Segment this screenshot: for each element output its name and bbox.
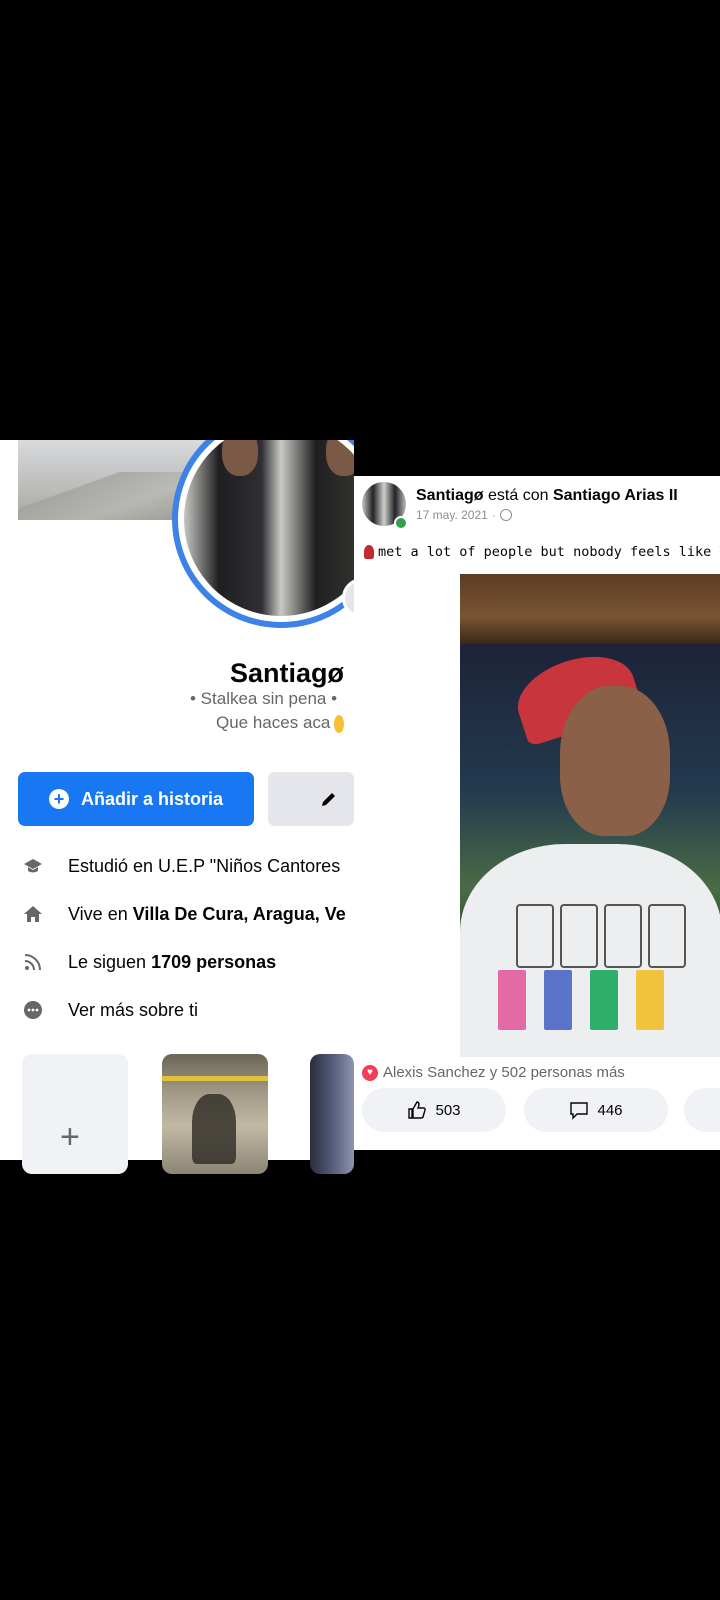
photo-frame	[460, 574, 720, 644]
add-highlight-card[interactable]: +	[22, 1054, 128, 1174]
followers-count: 1709 personas	[151, 951, 277, 972]
bio-line: • Stalkea sin pena •	[190, 689, 338, 708]
shirt-print	[636, 970, 664, 1030]
avatar-face	[326, 440, 354, 476]
rose-icon	[364, 545, 374, 559]
post-tagged[interactable]: Santiago Arias II	[553, 487, 678, 504]
photo-face	[560, 686, 670, 836]
shirt-print	[544, 970, 572, 1030]
bio-line: Que haces aca	[216, 713, 345, 733]
post-header: Santiagø está con Santiago Arias II	[416, 487, 678, 505]
like-button[interactable]: 503	[362, 1088, 506, 1132]
post-caption: met a lot of people but nobody feels lik…	[364, 544, 720, 560]
shirt-print	[648, 904, 686, 968]
profile-avatar[interactable]	[172, 440, 354, 628]
rss-feed-icon	[22, 951, 44, 973]
meta-separator: ·	[491, 508, 496, 522]
speech-bubble-icon	[570, 1102, 589, 1120]
caption-text: met a lot of people but nobody feels lik…	[378, 544, 720, 560]
avatar-face	[222, 440, 258, 476]
info-lives[interactable]: Vive en Villa De Cura, Aragua, Ve	[0, 899, 354, 929]
post-date[interactable]: 17 may. 2021	[416, 508, 488, 522]
info-lives-text: Vive en Villa De Cura, Aragua, Ve	[68, 904, 346, 925]
post-author[interactable]: Santiagø	[416, 487, 484, 504]
thumbs-up-icon	[408, 1101, 427, 1119]
love-reaction-icon: ♥	[362, 1064, 378, 1081]
info-studied[interactable]: Estudió en U.E.P "Niños Cantores	[0, 851, 354, 881]
plus-icon: +	[60, 1118, 80, 1156]
lives-place: Villa De Cura, Aragua, Ve	[132, 903, 346, 924]
post-photo[interactable]	[460, 574, 720, 1057]
reactions-summary[interactable]: ♥ Alexis Sanchez y 502 personas más	[362, 1064, 625, 1081]
avatar-image	[184, 440, 354, 616]
shirt-print	[498, 970, 526, 1030]
online-status-dot	[394, 516, 408, 530]
comment-count: 446	[597, 1101, 623, 1119]
bio-text: Que haces aca	[216, 713, 331, 732]
lives-prefix: Vive en	[68, 903, 133, 924]
see-more-text: Ver más sobre ti	[68, 999, 199, 1020]
add-story-label: Añadir a historia	[80, 788, 224, 809]
ellipsis-circle-icon	[22, 999, 44, 1021]
thumbnail-shadow	[192, 1094, 236, 1164]
post-meta: 17 may. 2021 ·	[416, 508, 512, 522]
add-story-button[interactable]: + Añadir a historia	[18, 772, 254, 826]
post-with-text: está con	[483, 487, 553, 504]
shirt-print	[560, 904, 598, 968]
info-studied-text: Estudió en U.E.P "Niños Cantores	[68, 855, 341, 876]
reactions-text: Alexis Sanchez y 502 personas más	[383, 1064, 625, 1081]
highlight-thumbnail[interactable]	[310, 1054, 354, 1174]
see-more-about-you[interactable]: Ver más sobre ti	[0, 995, 354, 1025]
highlight-thumbnail[interactable]	[162, 1054, 268, 1174]
info-followers[interactable]: Le siguen 1709 personas	[0, 947, 354, 977]
followers-prefix: Le siguen	[68, 951, 152, 972]
info-followers-text: Le siguen 1709 personas	[68, 952, 276, 973]
pencil-icon	[322, 793, 335, 806]
shirt-print	[590, 970, 618, 1030]
share-button[interactable]	[684, 1088, 720, 1132]
profile-name: Santiagø	[230, 658, 345, 688]
shirt-print	[516, 904, 554, 968]
house-icon	[22, 903, 44, 925]
graduation-cap-icon	[22, 855, 44, 877]
thumbnail-stripe	[162, 1076, 268, 1081]
comment-button[interactable]: 446	[524, 1088, 668, 1132]
globe-icon	[499, 509, 512, 521]
like-count: 503	[435, 1101, 461, 1119]
edit-profile-button[interactable]	[268, 772, 354, 826]
plus-circle-icon: +	[48, 789, 69, 809]
emoji-icon	[334, 714, 345, 733]
shirt-print	[604, 904, 642, 968]
post-screenshot: Santiagø está con Santiago Arias II 17 m…	[354, 476, 720, 1150]
